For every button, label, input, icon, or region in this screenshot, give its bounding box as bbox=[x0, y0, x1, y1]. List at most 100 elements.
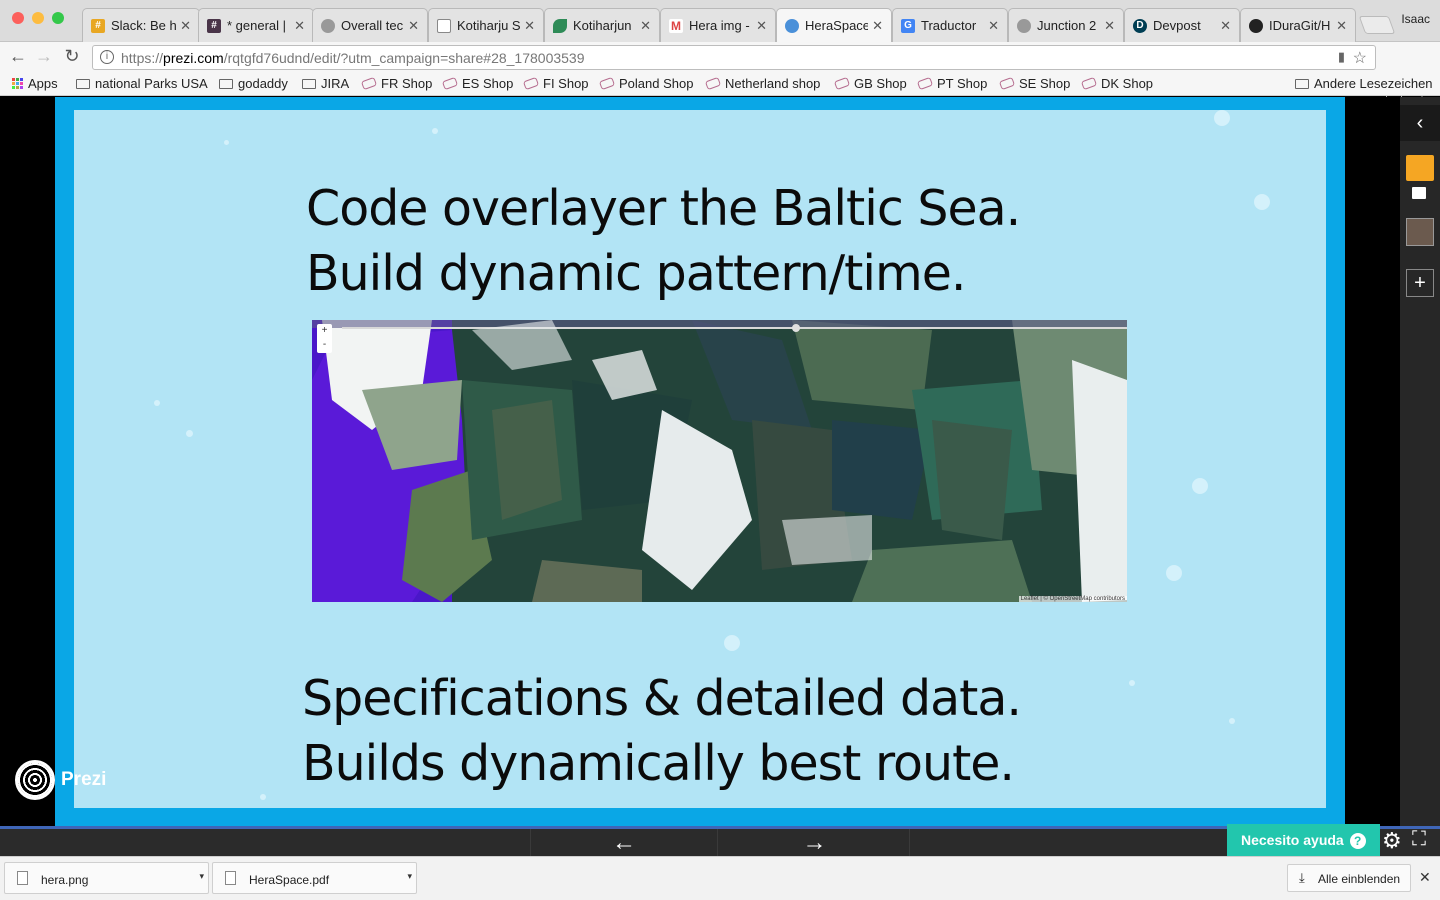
close-tab-icon[interactable]: ✕ bbox=[524, 18, 535, 34]
minimize-window-button[interactable] bbox=[32, 12, 44, 24]
decor-dot bbox=[154, 400, 160, 406]
slack-channel-icon: # bbox=[207, 18, 221, 33]
slide-heading-bottom: Specifications & detailed data. Builds d… bbox=[302, 666, 1022, 796]
close-tab-icon[interactable]: ✕ bbox=[180, 18, 191, 34]
add-collaborator-icon[interactable]: + bbox=[1406, 269, 1434, 297]
close-tab-icon[interactable]: ✕ bbox=[294, 18, 305, 34]
tag-icon bbox=[998, 76, 1016, 91]
tab-kotiharjun[interactable]: Kotiharjun ✕ bbox=[544, 8, 660, 42]
fullscreen-icon[interactable]: ⛶ bbox=[1412, 828, 1426, 851]
bookmark-dk-shop[interactable]: DK Shop bbox=[1080, 76, 1153, 91]
satellite-map[interactable]: + - Leaflet | © OpenStreetMap contributo… bbox=[312, 320, 1127, 602]
right-arrow-icon: → bbox=[802, 829, 827, 856]
bookmark-fi-shop[interactable]: FI Shop bbox=[522, 76, 589, 91]
dropdown-caret-icon[interactable]: ▾ bbox=[199, 871, 204, 882]
collapse-panel-chevron-icon[interactable]: ‹ bbox=[1400, 105, 1440, 141]
bookmark-label: FI Shop bbox=[543, 76, 589, 91]
tab-kotiharju-s[interactable]: Kotiharju S ✕ bbox=[428, 8, 544, 42]
tab-junction[interactable]: Junction 2 ✕ bbox=[1008, 8, 1124, 42]
bookmark-national-parks[interactable]: national Parks USA bbox=[76, 76, 208, 91]
bookmark-godaddy[interactable]: godaddy bbox=[219, 76, 288, 91]
collaborator-avatar[interactable] bbox=[1406, 218, 1434, 246]
presenter-avatar-icon[interactable] bbox=[1406, 155, 1434, 181]
forward-arrow-icon[interactable]: → bbox=[32, 46, 56, 67]
tab-hera-img[interactable]: M Hera img - ✕ bbox=[660, 8, 776, 42]
close-tab-icon[interactable]: ✕ bbox=[1220, 18, 1231, 34]
bookmark-netherland-shop[interactable]: Netherland shop bbox=[704, 76, 821, 91]
download-item-hera-png[interactable]: hera.png ▾ bbox=[4, 862, 209, 894]
profile-name[interactable]: Isaac bbox=[1401, 12, 1430, 26]
bookmark-label: Netherland shop bbox=[725, 76, 821, 91]
back-arrow-icon[interactable]: ← bbox=[6, 46, 30, 67]
close-tab-icon[interactable]: ✕ bbox=[1336, 18, 1347, 34]
close-tab-icon[interactable]: ✕ bbox=[408, 18, 419, 34]
url-scheme: https:// bbox=[121, 50, 164, 66]
download-shelf: hera.png ▾ HeraSpace.pdf ▾ ⤓ Alle einblende… bbox=[0, 856, 1440, 900]
info-icon[interactable]: i bbox=[100, 50, 114, 64]
present-remotely-icon[interactable] bbox=[1412, 187, 1426, 199]
presentation-nav-bar: ← → bbox=[0, 826, 1440, 856]
slide[interactable]: Code overlayer the Baltic Sea. Build dyn… bbox=[74, 110, 1326, 808]
download-filename: HeraSpace.pdf bbox=[249, 873, 330, 887]
tab-heraspace[interactable]: HeraSpace ✕ bbox=[776, 8, 892, 42]
bookmark-se-shop[interactable]: SE Shop bbox=[998, 76, 1070, 91]
close-window-button[interactable] bbox=[12, 12, 24, 24]
next-step-button[interactable]: → bbox=[720, 829, 910, 856]
tab-github[interactable]: IDuraGit/H ✕ bbox=[1240, 8, 1356, 42]
help-button[interactable]: Necesito ayuda? bbox=[1227, 824, 1380, 856]
reload-icon[interactable]: ↻ bbox=[60, 46, 84, 67]
gmail-icon: M bbox=[669, 18, 683, 33]
dropdown-caret-icon[interactable]: ▾ bbox=[407, 871, 412, 882]
tag-icon bbox=[916, 76, 934, 91]
github-icon bbox=[1249, 18, 1263, 33]
tab-devpost[interactable]: D Devpost ✕ bbox=[1124, 8, 1240, 42]
address-bar[interactable]: i https://prezi.com/rqtgfd76udnd/edit/?u… bbox=[92, 45, 1376, 70]
zoom-out-button[interactable]: - bbox=[317, 338, 332, 352]
close-shelf-icon[interactable]: ✕ bbox=[1419, 869, 1431, 886]
show-all-downloads-button[interactable]: ⤓ Alle einblenden bbox=[1287, 864, 1411, 892]
tab-title: HeraSpace bbox=[805, 18, 869, 33]
settings-gear-icon[interactable]: ⚙ bbox=[1382, 828, 1402, 854]
new-tab-button[interactable] bbox=[1358, 16, 1396, 34]
left-arrow-icon: ← bbox=[612, 829, 636, 856]
bookmark-gb-shop[interactable]: GB Shop bbox=[833, 76, 907, 91]
slide-frame: Code overlayer the Baltic Sea. Build dyn… bbox=[55, 97, 1345, 826]
maximize-window-button[interactable] bbox=[52, 12, 64, 24]
help-label: Necesito ayuda bbox=[1241, 832, 1344, 848]
apps-grid-icon bbox=[12, 78, 23, 89]
map-zoom-control: + - bbox=[317, 324, 332, 353]
decor-dot bbox=[432, 128, 438, 134]
tab-title: IDuraGit/H bbox=[1269, 18, 1331, 33]
tab-general[interactable]: # * general | ✕ bbox=[198, 8, 314, 42]
tab-overall[interactable]: Overall tec ✕ bbox=[312, 8, 428, 42]
previous-step-button[interactable]: ← bbox=[530, 829, 718, 856]
bookmark-label: ES Shop bbox=[462, 76, 514, 91]
bookmark-label: Andere Lesezeichen bbox=[1314, 76, 1433, 91]
folder-icon bbox=[76, 78, 90, 89]
download-item-heraspace-pdf[interactable]: HeraSpace.pdf ▾ bbox=[212, 862, 417, 894]
bookmark-star-icon[interactable]: ☆ bbox=[1353, 48, 1367, 68]
bookmark-poland-shop[interactable]: Poland Shop bbox=[598, 76, 693, 91]
map-attribution[interactable]: Leaflet | © OpenStreetMap contributors bbox=[1018, 596, 1127, 602]
bookmark-es-shop[interactable]: ES Shop bbox=[441, 76, 514, 91]
close-tab-icon[interactable]: ✕ bbox=[756, 18, 767, 34]
bookmark-fr-shop[interactable]: FR Shop bbox=[360, 76, 432, 91]
close-tab-icon[interactable]: ✕ bbox=[1104, 18, 1115, 34]
bookmarks-bar: Apps national Parks USA godaddy JIRA FR … bbox=[0, 72, 1440, 96]
bookmark-label: national Parks USA bbox=[95, 76, 208, 91]
prezi-logo[interactable]: Prezi bbox=[15, 760, 106, 800]
bookmark-apps[interactable]: Apps bbox=[12, 76, 58, 91]
tab-slack[interactable]: # Slack: Be h ✕ bbox=[82, 8, 200, 42]
tab-traductor[interactable]: G Traductor ✕ bbox=[892, 8, 1008, 42]
folder-icon bbox=[302, 78, 316, 89]
other-bookmarks[interactable]: Andere Lesezeichen bbox=[1295, 76, 1433, 91]
bookmark-jira[interactable]: JIRA bbox=[302, 76, 349, 91]
close-tab-icon[interactable]: ✕ bbox=[988, 18, 999, 34]
heading-bottom-line2: Builds dynamically best route. bbox=[302, 735, 1015, 792]
bookmark-pt-shop[interactable]: PT Shop bbox=[916, 76, 987, 91]
paint-brush-icon[interactable]: ▮ bbox=[1338, 49, 1345, 65]
zoom-in-button[interactable]: + bbox=[317, 324, 332, 338]
close-tab-icon[interactable]: ✕ bbox=[872, 18, 883, 34]
folder-icon bbox=[1295, 78, 1309, 89]
close-tab-icon[interactable]: ✕ bbox=[640, 18, 651, 34]
